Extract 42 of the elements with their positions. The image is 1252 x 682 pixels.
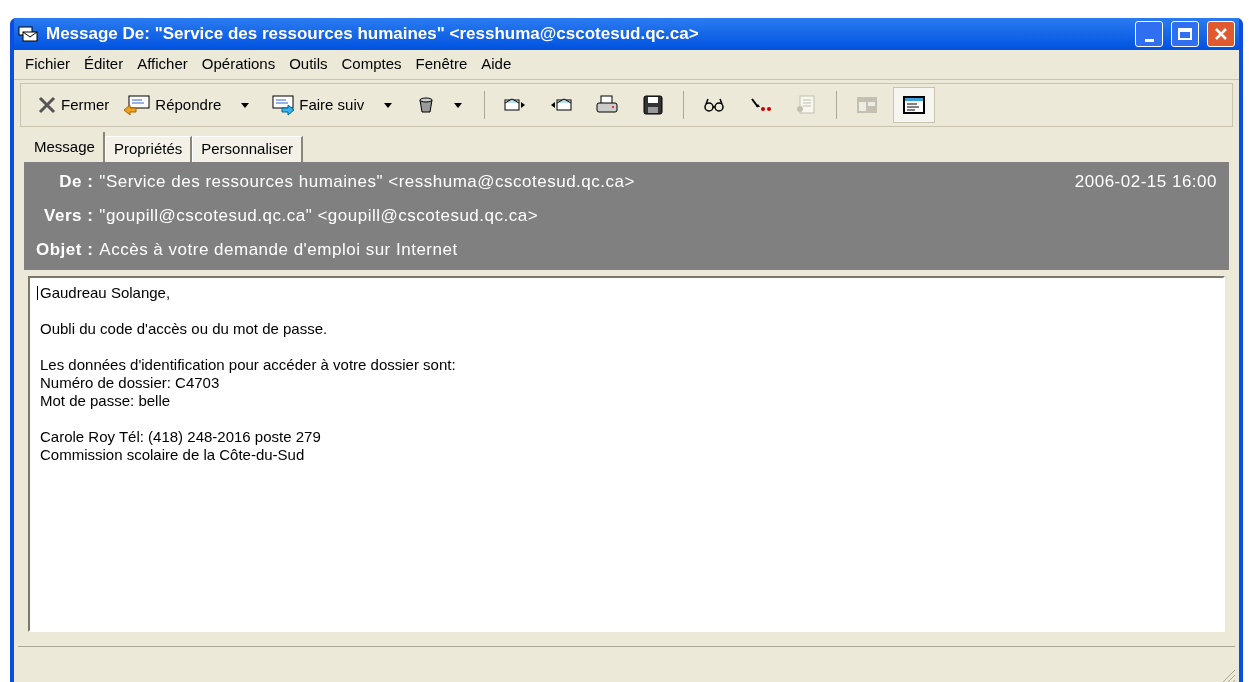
field-label: Vers : (43, 205, 94, 227)
menu-item[interactable]: Fichier (18, 53, 77, 76)
close-button[interactable] (1207, 21, 1235, 47)
field-value: "goupill@cscotesud.qc.ca" <goupill@cscotesud.qc.ca> (99, 205, 540, 227)
field-label: Objet : (36, 239, 94, 261)
tab[interactable]: Personnaliser (192, 136, 303, 162)
body-text-line: Les données d'identification pour accéder à votre dossier sont: (40, 356, 456, 374)
window-icon (902, 93, 927, 117)
menu-item[interactable]: Fenêtre (408, 53, 475, 76)
body-text-line: Numéro de dossier: C4703 (40, 374, 220, 392)
text-cursor (37, 286, 38, 300)
tab[interactable]: Propriétés (104, 136, 193, 162)
toolbar-button[interactable]: Fermer (33, 88, 114, 122)
caret-icon (241, 102, 250, 108)
envelopes-icon (18, 26, 38, 42)
field-label: De : (58, 171, 94, 193)
toolbar-button[interactable] (893, 87, 936, 123)
maximize-button[interactable] (1171, 21, 1199, 47)
body-text-line: Gaudreau Solange, (40, 284, 171, 302)
message-date: 2006-02-15 16:00 (1074, 171, 1217, 193)
body-text-line: Mot de passe: belle (40, 392, 171, 410)
body-text-line: Carole Roy Tél: (418) 248-2016 poste 279 (40, 428, 321, 446)
window-title: Message De: "Service des ressources humaines" <resshuma@cscotesud.qc.ca> (46, 23, 700, 46)
minimize-button[interactable] (1135, 21, 1163, 47)
close-icon (37, 95, 57, 115)
body-text-line: Oubli du code d'accès ou du mot de passe. (40, 320, 328, 338)
field-value: Accès à votre demande d'emploi sur Internet (99, 239, 459, 261)
menu-item[interactable]: Opérations (194, 53, 283, 76)
body-text-line: Commission scolaire de la Côte-du-Sud (40, 446, 305, 464)
resize-grip-icon (1221, 668, 1235, 682)
menu-item[interactable]: Outils (282, 53, 335, 76)
toolbar-button[interactable]: Répondre (119, 88, 258, 122)
menu-item[interactable]: Éditer (77, 53, 131, 76)
close-icon (1214, 27, 1228, 41)
caret-icon (454, 102, 463, 108)
menu-item[interactable]: Aide (474, 53, 519, 76)
caret-icon (384, 102, 393, 108)
reply-icon (123, 94, 152, 116)
menu-item[interactable]: Afficher (130, 53, 195, 76)
toolbar-button[interactable]: Faire suiv (263, 88, 401, 122)
menu-item[interactable]: Comptes (334, 53, 409, 76)
field-value: "Service des ressources humaines" <resshuma@cscotesud.qc.ca> (99, 171, 636, 193)
